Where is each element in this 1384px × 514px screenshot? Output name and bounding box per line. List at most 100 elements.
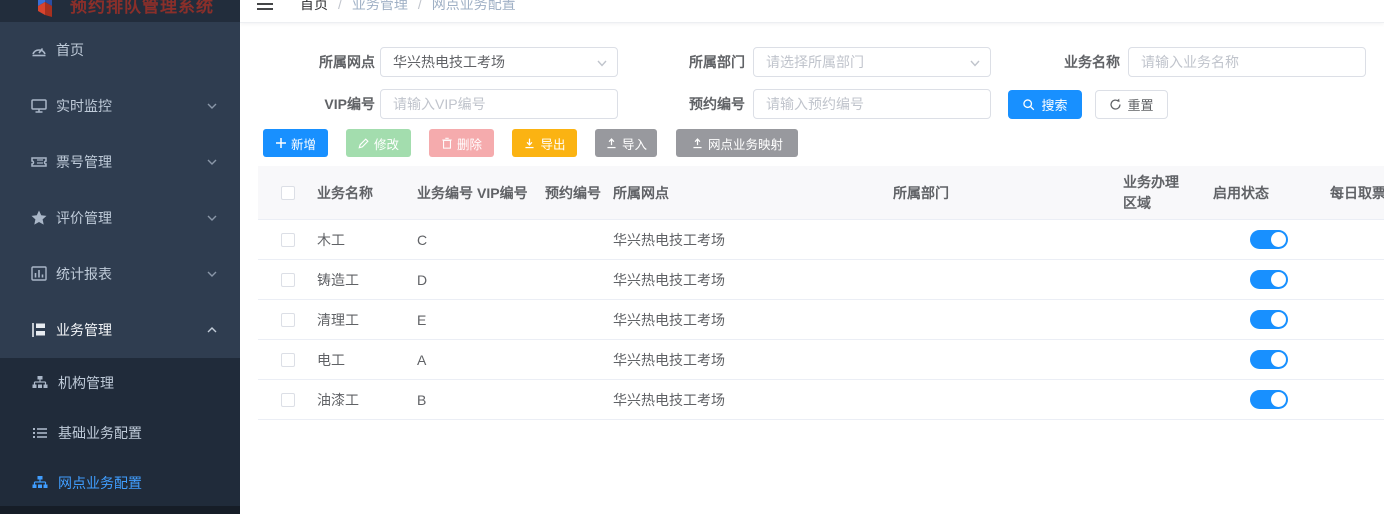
add-button-label: 新增	[291, 134, 316, 153]
cell-business-code: B	[417, 392, 477, 408]
cell-business-code: A	[417, 352, 477, 368]
enable-toggle[interactable]	[1250, 270, 1288, 289]
refresh-icon	[1109, 98, 1122, 111]
sitemap-icon	[32, 375, 48, 391]
vip-number-label: VIP编号	[260, 89, 375, 119]
cell-branch: 华兴热电技工考场	[613, 270, 893, 290]
row-checkbox[interactable]	[281, 313, 295, 327]
breadcrumb-separator: /	[338, 0, 342, 12]
import-button[interactable]: 导入	[595, 129, 657, 157]
breadcrumb: 首页 / 业务管理 / 网点业务配置	[300, 0, 516, 14]
sidebar-item-home[interactable]: 首页	[0, 22, 240, 78]
cell-business-code: E	[417, 312, 477, 328]
search-button-label: 搜索	[1041, 95, 1067, 114]
department-select[interactable]: 请选择所属部门	[753, 47, 991, 77]
header-appointment-number: 预约编号	[545, 183, 613, 203]
chevron-down-icon	[206, 212, 218, 224]
header-handling-area: 业务办理区域	[1123, 172, 1185, 214]
appointment-number-label: 预约编号	[630, 89, 745, 119]
row-checkbox[interactable]	[281, 393, 295, 407]
sidebar-item-realtime-monitor[interactable]: 实时监控	[0, 78, 240, 134]
table-row: 清理工 E 华兴热电技工考场	[258, 300, 1384, 340]
department-select-placeholder: 请选择所属部门	[766, 52, 864, 72]
app-logo-icon	[30, 0, 60, 19]
vip-number-input[interactable]	[380, 89, 618, 119]
app-window: 预约排队管理系统 首页 实时监控	[0, 0, 1384, 514]
modify-button[interactable]: 修改	[346, 129, 411, 157]
list-icon	[32, 425, 48, 441]
sidebar-item-evaluation-management[interactable]: 评价管理	[0, 190, 240, 246]
enable-toggle[interactable]	[1250, 350, 1288, 369]
cell-business-name: 铸造工	[317, 270, 417, 290]
department-label: 所属部门	[630, 47, 745, 77]
cell-business-name: 油漆工	[317, 390, 417, 410]
appointment-number-input[interactable]	[753, 89, 991, 119]
site-label: 所属网点	[260, 47, 375, 77]
sidebar: 预约排队管理系统 首页 实时监控	[0, 0, 240, 514]
cell-business-name: 木工	[317, 230, 417, 250]
sidebar-item-org-management[interactable]: 机构管理	[0, 358, 240, 408]
row-checkbox[interactable]	[281, 353, 295, 367]
edit-icon	[358, 137, 370, 149]
search-button[interactable]: 搜索	[1008, 90, 1082, 119]
sidebar-item-label: 基础业务配置	[58, 423, 142, 443]
cell-branch: 华兴热电技工考场	[613, 390, 893, 410]
sidebar-bottom-strip	[0, 506, 240, 514]
cell-business-code: C	[417, 232, 477, 248]
hamburger-menu-icon[interactable]	[256, 0, 274, 12]
sidebar-item-business-management[interactable]: 业务管理	[0, 302, 240, 358]
tree-icon	[30, 321, 48, 339]
enable-toggle[interactable]	[1250, 310, 1288, 329]
export-button[interactable]: 导出	[512, 129, 577, 157]
site-select-value: 华兴热电技工考场	[393, 52, 505, 72]
breadcrumb-separator: /	[418, 0, 422, 12]
sidebar-item-ticket-management[interactable]: 票号管理	[0, 134, 240, 190]
chart-icon	[30, 265, 48, 283]
sidebar-item-label: 业务管理	[56, 320, 112, 340]
delete-button[interactable]: 删除	[429, 129, 494, 157]
business-name-label: 业务名称	[1005, 47, 1120, 77]
chevron-down-icon	[206, 100, 218, 112]
site-select[interactable]: 华兴热电技工考场	[380, 47, 618, 77]
add-button[interactable]: 新增	[263, 129, 328, 157]
table-row: 木工 C 华兴热电技工考场	[258, 220, 1384, 260]
cell-business-code: D	[417, 272, 477, 288]
monitor-icon	[30, 97, 48, 115]
main-area: 首页 / 业务管理 / 网点业务配置 所属网点 华兴热电技工考场 所属部门 请选…	[240, 0, 1384, 514]
breadcrumb-business-management[interactable]: 业务管理	[352, 0, 408, 14]
header-vip-number: VIP编号	[477, 183, 545, 203]
delete-button-label: 删除	[457, 134, 482, 153]
branch-business-mapping-button[interactable]: 网点业务映射	[676, 129, 798, 157]
sidebar-item-basic-business-config[interactable]: 基础业务配置	[0, 408, 240, 458]
cell-business-name: 电工	[317, 350, 417, 370]
reset-button[interactable]: 重置	[1095, 90, 1168, 119]
breadcrumb-home[interactable]: 首页	[300, 0, 328, 14]
table-row: 油漆工 B 华兴热电技工考场	[258, 380, 1384, 420]
row-checkbox[interactable]	[281, 273, 295, 287]
chevron-down-icon	[206, 268, 218, 280]
table-header-row: 业务名称 业务编号 VIP编号 预约编号 所属网点 所属部门 业务办理区域 启用…	[258, 166, 1384, 220]
cell-business-name: 清理工	[317, 310, 417, 330]
enable-toggle[interactable]	[1250, 390, 1288, 409]
business-name-input[interactable]	[1128, 47, 1366, 77]
header-business-code: 业务编号	[417, 183, 477, 203]
breadcrumb-branch-business-config[interactable]: 网点业务配置	[432, 0, 516, 14]
chevron-up-icon	[206, 324, 218, 336]
table-row: 电工 A 华兴热电技工考场	[258, 340, 1384, 380]
sidebar-item-branch-business-config[interactable]: 网点业务配置	[0, 458, 240, 508]
select-all-checkbox[interactable]	[281, 186, 295, 200]
sidebar-item-label: 机构管理	[58, 373, 114, 393]
cell-branch: 华兴热电技工考场	[613, 230, 893, 250]
ticket-icon	[30, 153, 48, 171]
enable-toggle[interactable]	[1250, 230, 1288, 249]
sidebar-item-label: 实时监控	[56, 96, 112, 116]
sidebar-item-label: 统计报表	[56, 264, 112, 284]
sidebar-item-statistics-report[interactable]: 统计报表	[0, 246, 240, 302]
import-button-label: 导入	[622, 134, 647, 153]
sidebar-item-label: 网点业务配置	[58, 473, 142, 493]
sidebar-menu: 首页 实时监控 票号管理	[0, 22, 240, 358]
row-checkbox[interactable]	[281, 233, 295, 247]
modify-button-label: 修改	[374, 134, 399, 153]
dashboard-icon	[30, 41, 48, 59]
sidebar-submenu: 机构管理 基础业务配置	[0, 358, 240, 514]
